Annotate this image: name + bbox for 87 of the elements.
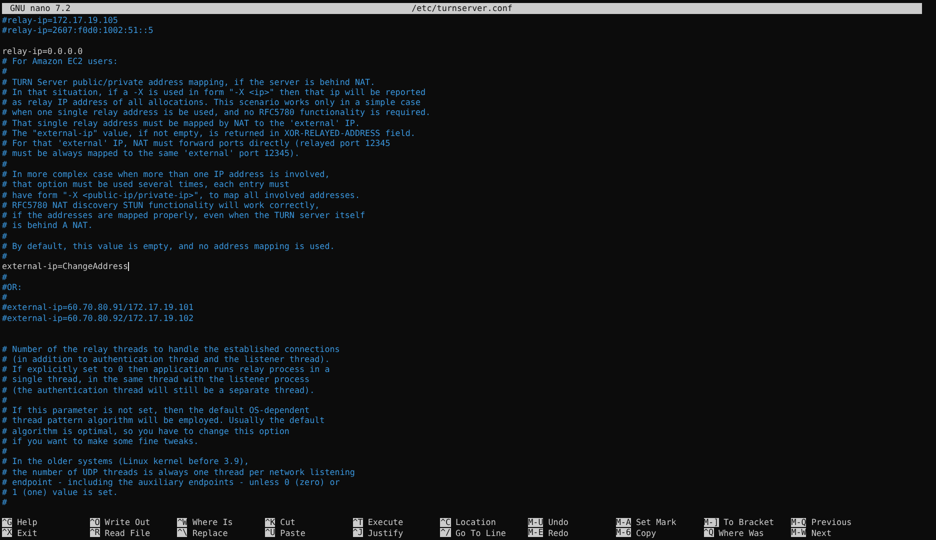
shortcut-key: ^J xyxy=(352,528,363,538)
shortcut-key: ^C xyxy=(440,518,451,528)
code-line: # If explicitly set to 0 then application runs relay process in a xyxy=(2,364,330,374)
shortcut-label: Next xyxy=(811,528,832,538)
shortcut-label: Where Is xyxy=(192,517,233,528)
shortcut-key: ^X xyxy=(2,528,12,538)
code-line: #relay-ip=172.17.19.105 xyxy=(2,15,118,26)
shortcut-label: Replace xyxy=(192,528,228,538)
code-line: # xyxy=(2,272,8,282)
shortcut-key: M-Q xyxy=(791,518,806,528)
code-line: #relay-ip=2607:f0d0:1002:51::5 xyxy=(2,25,154,36)
shortcut-key: ^T xyxy=(352,518,363,528)
code-line: # (in addition to authentication thread and the listener thread). xyxy=(2,354,330,364)
shortcut-label: Undo xyxy=(548,517,568,528)
code-line: # xyxy=(2,394,8,406)
shortcut-key: M-U xyxy=(528,518,544,528)
shortcut-label: Execute xyxy=(368,517,404,528)
code-line: # If this parameter is not set, then the default OS-dependent xyxy=(2,405,310,416)
shortcut-key: ^\ xyxy=(177,528,188,538)
shortcut-label: Help xyxy=(17,517,38,528)
shortcut-label: Location xyxy=(456,517,496,528)
code-line: # xyxy=(2,251,8,262)
shortcut-label: Previous xyxy=(811,517,852,528)
shortcut-key: M-] xyxy=(704,518,719,528)
shortcut-key: ^W xyxy=(177,518,188,528)
code-line: # TURN Server public/private address mapping, if the server is behind NAT. xyxy=(2,76,376,87)
code-line: external-ip=ChangeAddress xyxy=(2,261,128,272)
code-line: # xyxy=(2,497,8,508)
shortcut-label: Write Out xyxy=(104,517,150,528)
shortcut-label: Set Mark xyxy=(636,517,676,528)
code-line: # By default, this value is empty, and no address mapping is used. xyxy=(2,240,335,252)
code-line: # when one single relay address is be used, and no RFC5780 functionality is required. xyxy=(2,107,431,118)
shortcut-key: ^U xyxy=(265,528,276,538)
code-line: # as relay IP address of all allocations. This scenario works only in a simple case xyxy=(2,97,421,108)
code-line: # xyxy=(2,292,8,302)
shortcut-key: M-6 xyxy=(616,528,631,538)
shortcut-key: ^G xyxy=(2,518,12,528)
shortcut-label: Justify xyxy=(368,528,404,538)
shortcut-key: M-E xyxy=(528,528,544,538)
code-line: # xyxy=(2,446,8,456)
code-line: # The "external-ip" value, if not empty, is returned in XOR-RELAYED-ADDRESS field. xyxy=(2,128,416,138)
code-line: # Number of the relay threads to handle the established connections xyxy=(2,344,340,354)
code-line: # That single relay address must be mapped by NAT to the 'external' IP. xyxy=(2,118,360,128)
code-line: # thread pattern algorithm will be employed. Usually the default xyxy=(2,415,325,426)
shortcut-key: ^/ xyxy=(440,528,451,538)
shortcut-label: Paste xyxy=(280,528,306,538)
shortcut-key: M-W xyxy=(791,528,806,538)
shortcut-label: Redo xyxy=(548,528,568,538)
code-line: # if you want to make some fine tweaks. xyxy=(2,436,199,446)
shortcut-label: To Bracket xyxy=(724,517,774,528)
code-line: # algorithm is optimal, so you have to change this option xyxy=(2,426,290,436)
code-line: # xyxy=(2,230,8,241)
code-line: #OR: xyxy=(2,282,22,292)
code-line: #external-ip=60.70.80.92/172.17.19.102 xyxy=(2,312,194,323)
code-line: # must be always mapped to the same 'external' port 12345). xyxy=(2,148,300,159)
shortcut-label: Read File xyxy=(104,528,150,538)
code-line: # xyxy=(2,158,8,169)
code-line: # if the addresses are mapped properly, even when the TURN server itself xyxy=(2,210,366,220)
code-line: # RFC5780 NAT discovery STUN functionality will work correctly, xyxy=(2,200,320,210)
shortcut-key: ^K xyxy=(265,518,276,528)
code-line: # In the older systems (Linux kernel before 3.9), xyxy=(2,456,250,467)
shortcut-label: Copy xyxy=(636,528,656,538)
code-line: # In that situation, if a -X is used in form "-X <ip>" then that ip will be reported xyxy=(2,86,426,98)
code-line: # xyxy=(2,66,8,77)
shortcut-key: ^R xyxy=(90,528,100,538)
shortcut-label: Where Was xyxy=(718,528,764,538)
code-line: # For that 'external' IP, NAT must forward ports directly (relayed port 12345 xyxy=(2,138,390,148)
code-line: # In more complex case when more than one IP address is involved, xyxy=(2,168,330,180)
shortcut-key: M-A xyxy=(616,518,631,528)
code-line: # For Amazon EC2 users: xyxy=(2,56,118,66)
code-line: # (the authentication thread will still be a separate thread). xyxy=(2,384,315,395)
shortcut-label: Go To Line xyxy=(456,528,506,538)
shortcut-label: Exit xyxy=(17,528,38,538)
code-line: relay-ip=0.0.0.0 xyxy=(2,46,83,56)
code-line: # that option must be used several times, each entry must xyxy=(2,179,290,190)
code-line: # single thread, in the same thread with the listener process xyxy=(2,374,310,385)
code-line: # is behind A NAT. xyxy=(2,220,93,231)
code-line: #external-ip=60.70.80.91/172.17.19.101 xyxy=(2,302,194,313)
code-line: # 1 (one) value is set. xyxy=(2,487,118,498)
code-line: # have form "-X <public-ip/private-ip>", to map all involved addresses. xyxy=(2,190,360,200)
code-line: # the number of UDP threads is always one thread per network listening xyxy=(2,466,355,477)
shortcut-key: ^O xyxy=(90,518,100,528)
shortcut-label: Cut xyxy=(280,517,296,528)
app-version: GNU nano 7.2 xyxy=(9,3,71,14)
shortcut-key: ^Q xyxy=(704,528,714,538)
code-line: # endpoint - including the auxiliary endpoints - unless 0 (zero) or xyxy=(2,476,340,488)
file-path: /etc/turnserver.conf xyxy=(412,3,512,14)
